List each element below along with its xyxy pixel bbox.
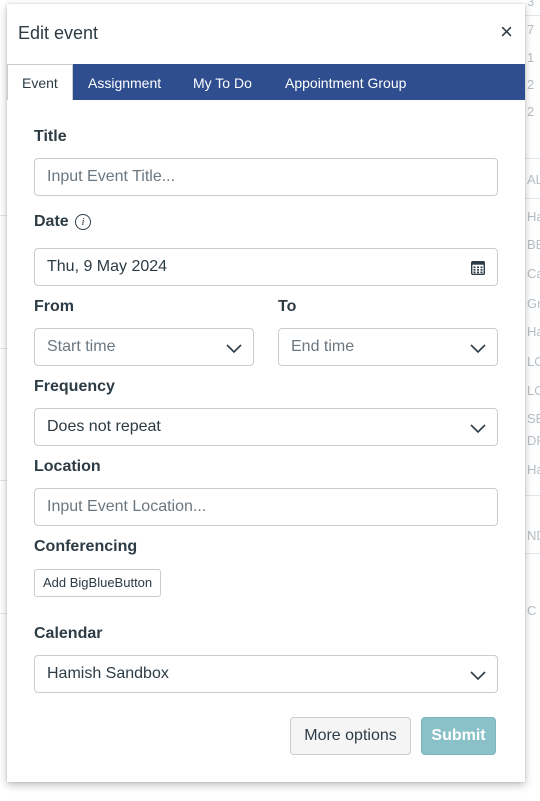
chevron-down-icon <box>470 671 486 681</box>
frequency-value: Does not repeat <box>47 418 161 435</box>
tab-appointment-group[interactable]: Appointment Group <box>285 64 406 100</box>
location-input[interactable]: Input Event Location... <box>34 488 498 526</box>
bg-divider <box>0 348 7 349</box>
bg-fragment: 2 <box>527 104 535 119</box>
bg-fragment: C <box>527 603 537 618</box>
date-label: Date <box>34 213 69 230</box>
title-placeholder: Input Event Title... <box>47 168 176 185</box>
bg-divider <box>525 553 540 554</box>
info-icon[interactable]: i <box>75 214 91 230</box>
date-input[interactable]: Thu, 9 May 2024 <box>34 248 498 286</box>
more-options-button[interactable]: More options <box>290 717 411 755</box>
bg-divider <box>525 198 540 199</box>
location-placeholder: Input Event Location... <box>47 498 207 515</box>
bg-fragment: SB <box>527 411 540 426</box>
end-time-select[interactable]: End time <box>278 328 498 366</box>
to-label: To <box>278 298 297 315</box>
chevron-down-icon <box>470 424 486 434</box>
bg-fragment: Gro <box>527 296 540 311</box>
tab-bar: Event Assignment My To Do Appointment Gr… <box>7 64 525 100</box>
submit-button[interactable]: Submit <box>421 717 496 755</box>
bg-fragment: 3 <box>527 0 535 9</box>
start-time-select[interactable]: Start time <box>34 328 254 366</box>
conferencing-label: Conferencing <box>34 538 138 555</box>
background-calendar-column: 3 7 1 2 2 AL Ha BB Cat Gro Ha LO LO SB D… <box>525 0 540 801</box>
bg-divider <box>525 495 540 496</box>
bg-fragment: LO <box>527 383 540 398</box>
bg-divider <box>0 480 7 481</box>
start-time-placeholder: Start time <box>47 338 116 355</box>
location-label: Location <box>34 458 101 475</box>
dialog-title: Edit event <box>18 23 99 43</box>
chevron-down-icon <box>470 344 486 354</box>
title-label: Title <box>34 128 67 145</box>
bg-fragment: Cat <box>527 266 540 281</box>
add-bigbluebutton-button[interactable]: Add BigBlueButton <box>34 569 162 597</box>
frequency-label: Frequency <box>34 378 115 395</box>
bg-fragment: Ha <box>527 209 540 224</box>
bg-fragment: 7 <box>527 22 535 37</box>
calendar-value: Hamish Sandbox <box>47 665 169 682</box>
bg-fragment: Ha <box>527 324 540 339</box>
edit-event-dialog: Edit event × Event Assignment My To Do A… <box>7 4 525 782</box>
close-icon: × <box>500 19 513 44</box>
calendar-label: Calendar <box>34 625 103 642</box>
bg-fragment: DR <box>527 433 540 448</box>
title-input[interactable]: Input Event Title... <box>34 158 498 196</box>
bg-fragment: 2 <box>527 77 535 92</box>
frequency-select[interactable]: Does not repeat <box>34 408 498 446</box>
bg-fragment: Har <box>527 462 540 477</box>
close-button[interactable]: × <box>500 20 513 44</box>
bg-divider <box>0 215 7 216</box>
from-label: From <box>34 298 74 315</box>
tab-event[interactable]: Event <box>7 64 73 100</box>
date-value: Thu, 9 May 2024 <box>47 258 168 275</box>
bg-divider <box>0 613 7 614</box>
calendar-select[interactable]: Hamish Sandbox <box>34 655 498 693</box>
end-time-placeholder: End time <box>291 338 355 355</box>
bg-fragment: ND <box>527 528 540 543</box>
bg-divider <box>525 15 540 16</box>
tab-my-to-do[interactable]: My To Do <box>193 64 252 100</box>
tab-assignment[interactable]: Assignment <box>88 64 161 100</box>
dialog-header: Edit event × <box>7 4 525 64</box>
bg-fragment: LO <box>527 354 540 369</box>
calendar-icon[interactable] <box>471 260 485 275</box>
bg-fragment: AL <box>527 172 540 187</box>
bg-divider <box>525 158 540 159</box>
chevron-down-icon <box>226 344 242 354</box>
bg-fragment: BB <box>527 237 540 252</box>
bg-fragment: 1 <box>527 50 535 65</box>
